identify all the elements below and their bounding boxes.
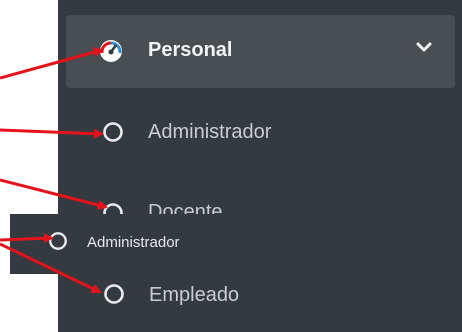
menu-item-docente[interactable]: Docente: [58, 188, 462, 216]
tooltip-label: Administrador: [87, 234, 180, 251]
dashboard-gauge-icon: [100, 40, 122, 62]
circle-outline-icon: [49, 232, 67, 250]
chevron-down-icon[interactable]: [416, 41, 432, 53]
menu-item-label: Empleado: [149, 284, 240, 306]
circle-outline-icon: [104, 284, 124, 304]
menu-header-label: Personal: [148, 39, 233, 61]
circle-outline-icon: [103, 122, 123, 142]
menu-header-personal[interactable]: [66, 15, 455, 88]
menu-item-label: Administrador: [148, 121, 272, 143]
